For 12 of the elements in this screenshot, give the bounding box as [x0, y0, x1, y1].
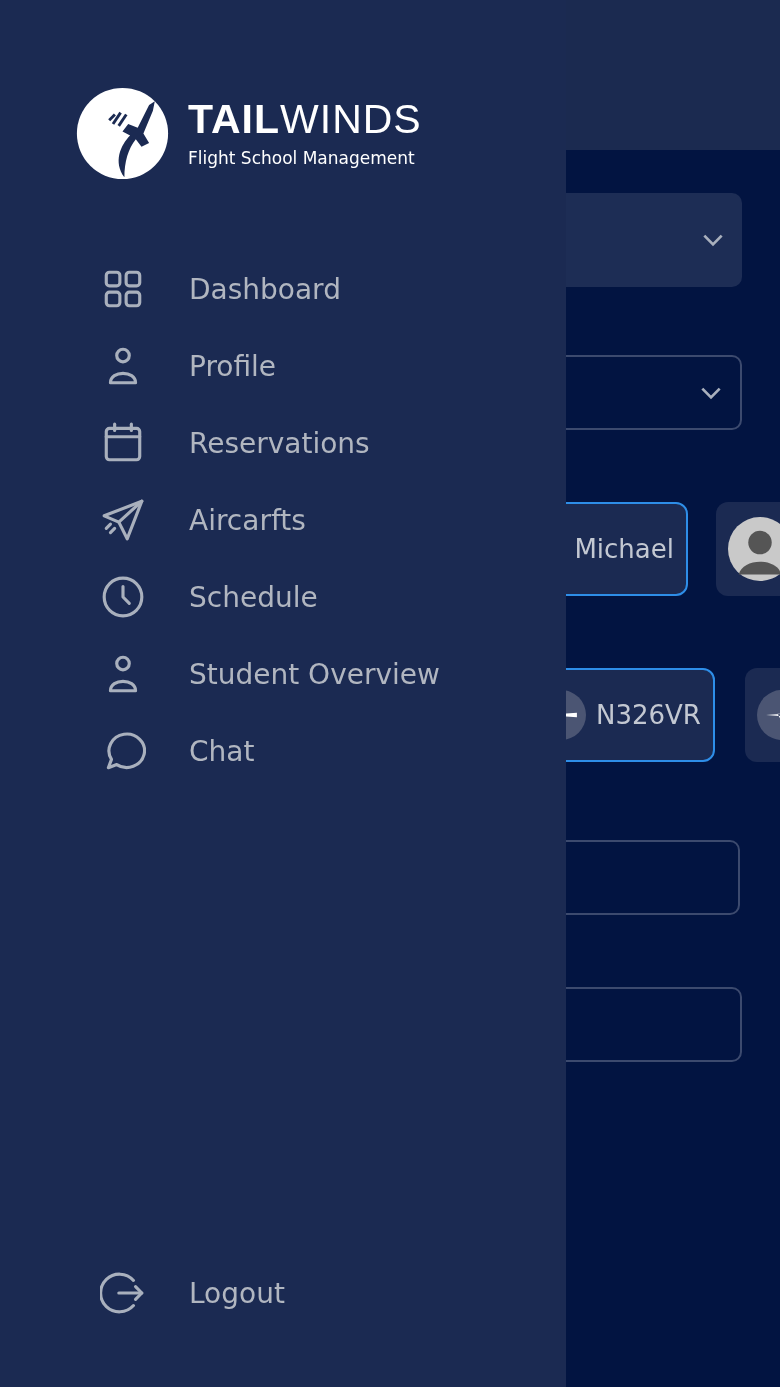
instructor-chip[interactable]: Michael [566, 502, 688, 596]
menu-item[interactable]: Schedule [189, 580, 318, 614]
menu-item[interactable]: Reservations [189, 426, 370, 460]
menu-item[interactable]: Student Overview [189, 657, 440, 691]
menu-item[interactable]: Chat [189, 734, 255, 768]
brand-tagline: Flight School Management [188, 148, 416, 168]
menu-item[interactable]: Dashboard [189, 272, 341, 306]
menu-item[interactable]: Aircarfts [189, 503, 306, 537]
menu-item[interactable]: Profile [189, 349, 277, 383]
brand-name: TAILWINDS [188, 99, 422, 140]
aircraft-chip[interactable]: N326VR [566, 668, 715, 762]
logout-link[interactable]: Logout [189, 1276, 285, 1310]
